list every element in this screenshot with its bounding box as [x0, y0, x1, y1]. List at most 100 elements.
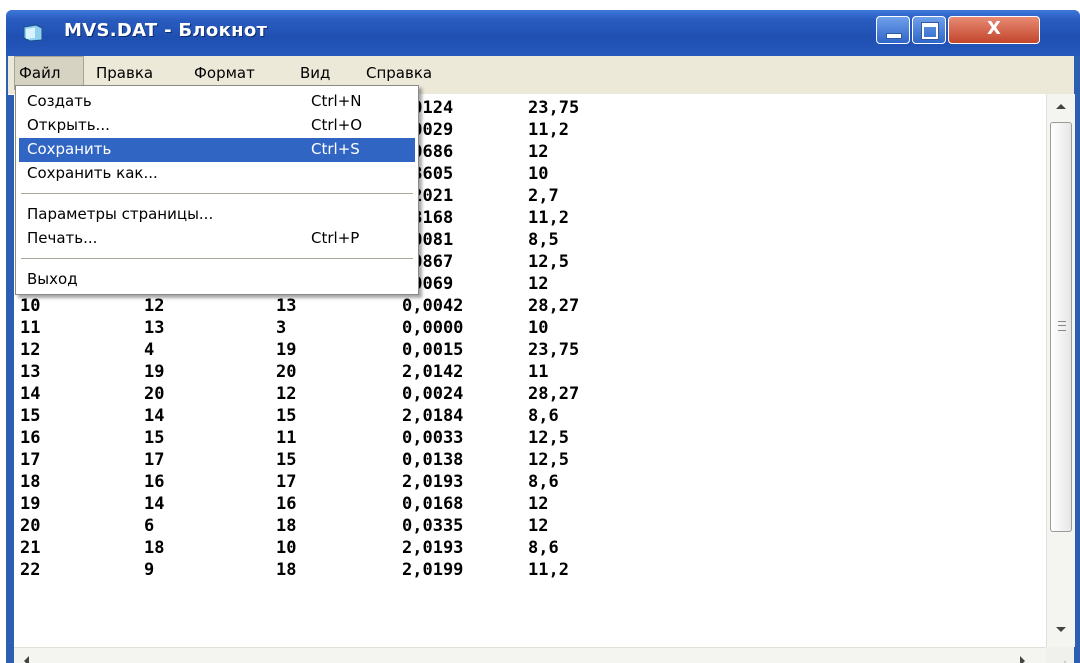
menu-item-exit[interactable]: Выход — [19, 268, 415, 292]
text-cell: 20 — [276, 362, 297, 382]
text-cell: 15 — [276, 406, 297, 426]
window-title: MVS.DAT - Блокнот — [64, 20, 268, 41]
text-cell: 23,75 — [528, 340, 580, 360]
text-cell: 11,2 — [528, 560, 569, 580]
menu-item-label: Сохранить — [27, 140, 112, 158]
menu-help[interactable]: Справка — [366, 64, 432, 82]
menu-item-label: Сохранить как... — [27, 164, 158, 182]
close-button[interactable]: X — [948, 16, 1040, 44]
menu-item-label: Параметры страницы... — [27, 205, 214, 223]
file-menu-dropdown: Создать Ctrl+N Открыть... Ctrl+O Сохрани… — [15, 85, 419, 295]
menu-item-print[interactable]: Печать... Ctrl+P — [19, 227, 415, 251]
vertical-scrollbar[interactable] — [1046, 94, 1075, 647]
text-cell: 12,5 — [528, 450, 569, 470]
menu-view[interactable]: Вид — [300, 64, 330, 82]
menu-item-save-as[interactable]: Сохранить как... — [19, 162, 415, 186]
text-cell: 0,0042 — [402, 296, 464, 316]
menu-item-shortcut: Ctrl+P — [311, 229, 360, 247]
text-cell: 12 — [528, 494, 549, 514]
menu-item-shortcut: Ctrl+S — [311, 140, 360, 158]
menu-item-page-setup[interactable]: Параметры страницы... — [19, 203, 415, 227]
text-cell: 14 — [144, 494, 165, 514]
title-bar[interactable]: MVS.DAT - Блокнот X — [6, 10, 1080, 56]
menu-item-shortcut: Ctrl+N — [311, 92, 362, 110]
text-cell: 0,0033 — [402, 428, 464, 448]
menu-item-label: Выход — [27, 270, 78, 288]
menu-item-label: Создать — [27, 92, 92, 110]
menu-item-save[interactable]: Сохранить Ctrl+S — [19, 138, 415, 162]
text-cell: 2,0184 — [402, 406, 464, 426]
text-cell: 13 — [20, 362, 41, 382]
text-cell: 10 — [20, 296, 41, 316]
menu-item-label: Печать... — [27, 229, 98, 247]
text-cell: 4 — [144, 340, 155, 360]
text-cell: 15 — [276, 450, 297, 470]
text-cell: 0,0138 — [402, 450, 464, 470]
maximize-button[interactable] — [912, 16, 946, 44]
text-cell: 18 — [276, 560, 297, 580]
menu-item-new[interactable]: Создать Ctrl+N — [19, 90, 415, 114]
menu-format[interactable]: Формат — [194, 64, 255, 82]
minimize-button[interactable] — [876, 16, 910, 44]
text-cell: 14 — [20, 384, 41, 404]
text-cell: 13 — [276, 296, 297, 316]
arrow-left-icon[interactable] — [24, 656, 29, 663]
text-cell: 2,7 — [528, 186, 559, 206]
text-cell: 12,5 — [528, 428, 569, 448]
horizontal-scrollbar[interactable] — [14, 647, 1046, 663]
notepad-app-icon — [23, 24, 43, 42]
text-cell: 2,0193 — [402, 538, 464, 558]
text-cell: 10 — [528, 164, 549, 184]
text-cell: 16 — [144, 472, 165, 492]
text-cell: 16 — [276, 494, 297, 514]
text-cell: 18 — [276, 516, 297, 536]
resize-grip-icon: .: — [1056, 658, 1068, 663]
arrow-down-icon[interactable] — [1056, 627, 1066, 632]
menu-separator — [21, 193, 413, 194]
arrow-right-icon[interactable] — [1020, 656, 1025, 663]
text-cell: 12 — [528, 274, 549, 294]
grip-icon — [1058, 321, 1066, 331]
text-cell: 11 — [528, 362, 549, 382]
menu-item-label: Открыть... — [27, 116, 110, 134]
text-cell: 20 — [144, 384, 165, 404]
text-cell: 15 — [20, 406, 41, 426]
text-cell: 12 — [20, 340, 41, 360]
text-cell: 23,75 — [528, 98, 580, 118]
menu-item-open[interactable]: Открыть... Ctrl+O — [19, 114, 415, 138]
text-cell: 8,5 — [528, 230, 559, 250]
text-cell: 11,2 — [528, 208, 569, 228]
text-cell: 8,6 — [528, 538, 559, 558]
text-cell: 12 — [144, 296, 165, 316]
text-cell: 12 — [528, 516, 549, 536]
arrow-up-icon[interactable] — [1056, 104, 1066, 109]
text-cell: 8,6 — [528, 406, 559, 426]
text-cell: 12 — [276, 384, 297, 404]
text-cell: 17 — [20, 450, 41, 470]
resize-grip[interactable]: .: — [1046, 647, 1074, 663]
menu-file[interactable]: Файл — [19, 64, 60, 82]
text-cell: 16 — [20, 428, 41, 448]
text-cell: 2,0199 — [402, 560, 464, 580]
text-cell: 19 — [144, 362, 165, 382]
text-cell: 19 — [276, 340, 297, 360]
text-cell: 0,0168 — [402, 494, 464, 514]
text-cell: 28,27 — [528, 384, 580, 404]
window-left-border — [6, 56, 14, 663]
text-cell: 9 — [144, 560, 155, 580]
text-cell: 20 — [20, 516, 41, 536]
text-cell: 14 — [144, 406, 165, 426]
text-cell: 10 — [276, 538, 297, 558]
menu-edit[interactable]: Правка — [96, 64, 153, 82]
text-cell: 12 — [528, 142, 549, 162]
vertical-scroll-thumb[interactable] — [1050, 122, 1072, 532]
text-cell: 8,6 — [528, 472, 559, 492]
text-cell: 17 — [276, 472, 297, 492]
text-cell: 6 — [144, 516, 155, 536]
text-cell: 19 — [20, 494, 41, 514]
text-cell: 2,0193 — [402, 472, 464, 492]
text-cell: 10 — [528, 318, 549, 338]
text-cell: 18 — [20, 472, 41, 492]
text-cell: 2,0142 — [402, 362, 464, 382]
text-cell: 0,0024 — [402, 384, 464, 404]
